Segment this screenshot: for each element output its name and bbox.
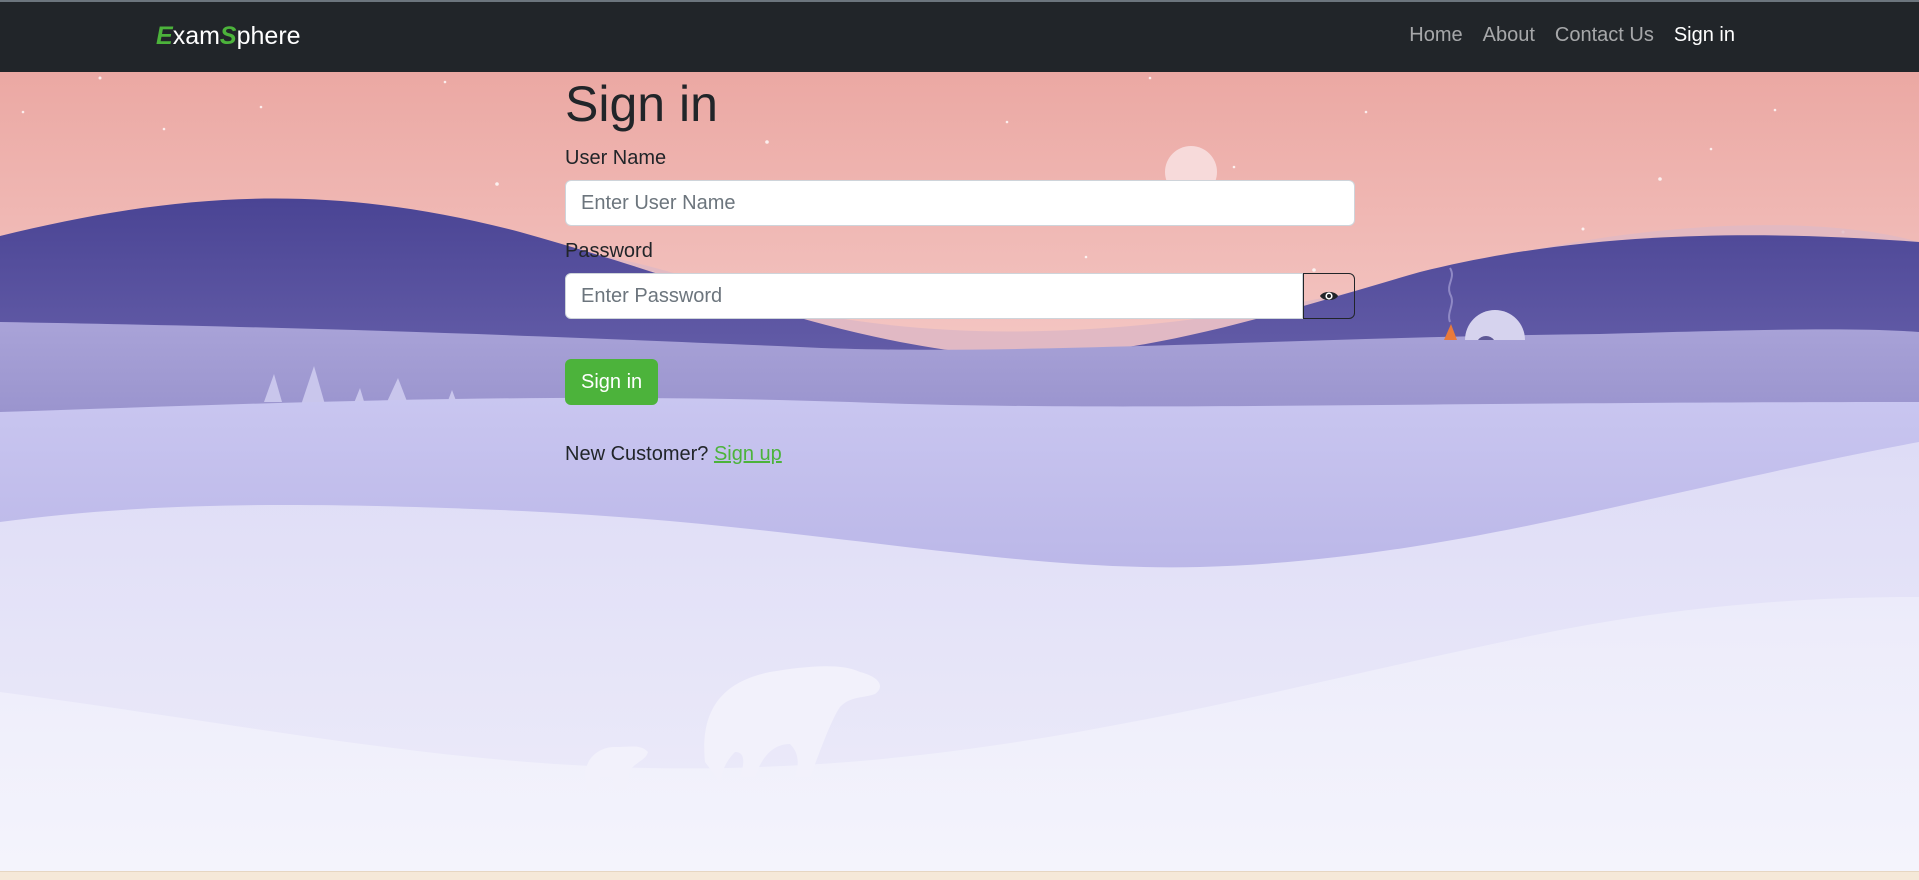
username-input[interactable] [565,180,1355,226]
brand-logo[interactable]: ExamSphere [156,22,301,51]
bottom-edge [0,871,1919,880]
new-customer-text: New Customer? Sign up [565,443,782,465]
username-label: User Name [565,147,667,169]
password-group [565,273,1355,319]
nav-home-link[interactable]: Home [1409,24,1462,47]
password-input[interactable] [565,273,1303,319]
nav-contact-link[interactable]: Contact Us [1555,24,1654,47]
signin-submit-button[interactable]: Sign in [565,359,659,405]
eye-icon [1320,291,1338,301]
signin-form: Sign in User Name Password Sign in New C… [565,72,1355,466]
password-label: Password [565,240,653,262]
signup-link[interactable]: Sign up [714,443,782,465]
navbar: ExamSphere Home About Contact Us Sign in [0,2,1919,72]
nav-signin-link[interactable]: Sign in [1674,24,1735,47]
nav-links: Home About Contact Us Sign in [1409,24,1735,47]
page-title: Sign in [565,76,718,132]
toggle-password-button[interactable] [1303,273,1355,319]
nav-about-link[interactable]: About [1483,24,1535,47]
